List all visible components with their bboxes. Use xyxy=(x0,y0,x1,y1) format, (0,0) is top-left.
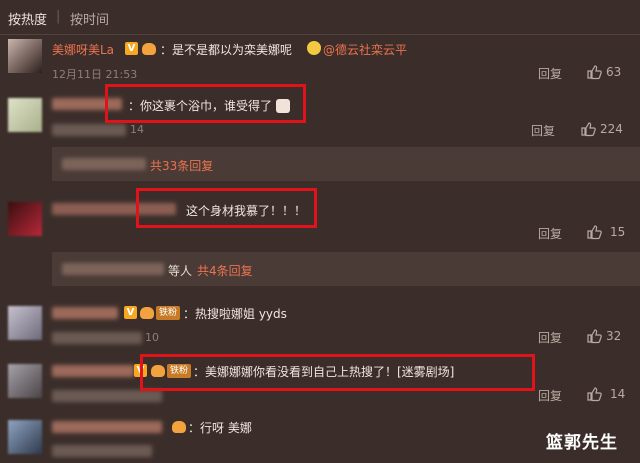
blurred-usernames xyxy=(62,263,164,275)
thumbs-up-icon[interactable] xyxy=(580,121,596,137)
comment-item: ：你这裹个浴巾，谁受得了 14 回复 224 xyxy=(0,92,640,144)
avatar[interactable] xyxy=(8,39,42,73)
more-replies-panel[interactable]: 等人 共4条回复 xyxy=(52,252,640,286)
reply-button[interactable]: 回复 xyxy=(531,122,555,139)
more-replies-panel[interactable]: 共33条回复 xyxy=(52,147,640,181)
like-count: 224 xyxy=(600,122,623,136)
reply-button[interactable]: 回复 xyxy=(538,329,562,346)
comment-username[interactable]: 美娜呀美La xyxy=(52,41,114,58)
blurred-username xyxy=(52,365,134,377)
sort-divider: | xyxy=(56,9,61,24)
like-count: 63 xyxy=(606,65,622,79)
more-replies-link[interactable]: 共4条回复 xyxy=(197,262,253,279)
fan-level-badge: 铁粉 xyxy=(156,306,181,320)
verified-icon: V xyxy=(125,42,138,55)
blurred-date xyxy=(52,332,142,344)
fan-bear-icon xyxy=(142,43,156,55)
blurred-usernames xyxy=(62,158,146,170)
comment-text: ：行呀 美娜 xyxy=(188,421,252,435)
thumbs-up-icon[interactable] xyxy=(586,224,602,240)
blurred-username xyxy=(52,421,162,433)
comment-item: 美娜呀美La V ：是不是都以为栾美娜呢 @德云社栾云平 12月11日 21:5… xyxy=(0,36,640,90)
comment-date-fragment: 14 xyxy=(130,123,144,136)
comment-date: 12月11日 21:53 xyxy=(52,68,138,81)
verified-icon: V xyxy=(124,306,137,319)
highlight-box xyxy=(105,84,306,123)
avatar[interactable] xyxy=(8,306,42,340)
reply-button[interactable]: 回复 xyxy=(538,65,562,82)
watermark: 篮郭先生 xyxy=(546,433,618,453)
sort-by-time-tab[interactable]: 按时间 xyxy=(70,9,109,28)
thumbs-up-icon[interactable] xyxy=(586,328,602,344)
comment-item: 这个身材我慕了！！！ 回复 15 xyxy=(0,196,640,246)
blurred-date xyxy=(52,445,152,457)
like-count: 32 xyxy=(606,329,622,343)
avatar[interactable] xyxy=(8,420,42,454)
sort-by-hot-tab[interactable]: 按热度 xyxy=(8,9,47,28)
avatar[interactable] xyxy=(8,202,42,236)
like-count: 15 xyxy=(610,225,626,239)
more-replies-link[interactable]: 共33条回复 xyxy=(150,157,213,174)
sort-bar: 按热度 | 按时间 xyxy=(0,0,640,35)
smile-emoji-icon xyxy=(307,41,321,55)
comment-item: V 铁粉 ：热搜啦娜姐 yyds 10 回复 32 xyxy=(0,300,640,352)
like-count: 14 xyxy=(610,387,626,401)
avatar[interactable] xyxy=(8,364,42,398)
comment-text: ：是不是都以为栾美娜呢 xyxy=(160,43,293,57)
mention-link[interactable]: @德云社栾云平 xyxy=(323,41,407,58)
fan-bear-icon xyxy=(172,421,186,433)
reply-button[interactable]: 回复 xyxy=(538,225,562,242)
more-replies-prefix: 等人 xyxy=(168,264,193,278)
blurred-date xyxy=(52,124,126,136)
highlight-box xyxy=(140,354,535,391)
avatar[interactable] xyxy=(8,98,42,132)
blurred-date xyxy=(52,390,162,402)
fan-bear-icon xyxy=(140,307,154,319)
thumbs-up-icon[interactable] xyxy=(586,64,602,80)
comment-item: ：行呀 美娜 xyxy=(0,414,640,463)
comment-text: ：热搜啦娜姐 yyds xyxy=(183,307,287,321)
thumbs-up-icon[interactable] xyxy=(586,386,602,402)
comment-date-fragment: 10 xyxy=(145,331,159,344)
highlight-box xyxy=(136,188,317,228)
blurred-username xyxy=(52,307,118,319)
reply-button[interactable]: 回复 xyxy=(538,387,562,404)
